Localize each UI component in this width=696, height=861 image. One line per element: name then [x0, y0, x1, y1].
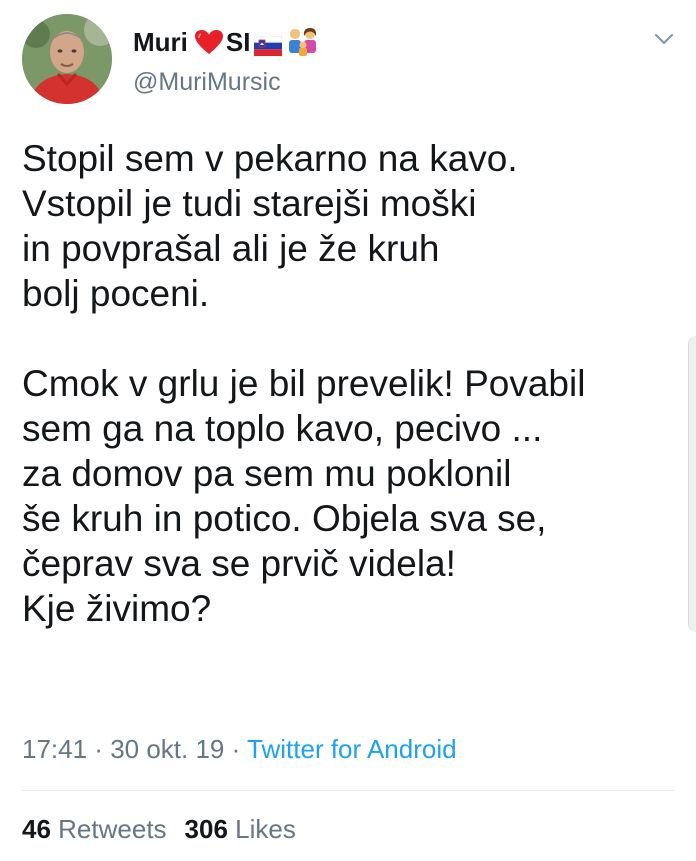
tweet-line: še kruh in potico. Objela sva se,: [22, 498, 547, 539]
retweets-label: Retweets: [58, 814, 167, 844]
tweet-line: Cmok v grlu je bil prevelik! Povabil: [22, 363, 586, 404]
tweet-paragraph-2: Cmok v grlu je bil prevelik! Povabil sem…: [22, 361, 682, 631]
author-name-suffix: SI: [225, 27, 251, 57]
tweet-text: Stopil sem v pekarno na kavo. Vstopil je…: [22, 136, 682, 631]
tweet-line: bolj poceni.: [22, 273, 210, 314]
likes-label: Likes: [235, 814, 296, 844]
author-display-name[interactable]: Muri: [133, 29, 188, 55]
slovenia-flag-icon: [254, 32, 283, 56]
tweet-line: Kje živimo?: [22, 588, 212, 629]
tweet-meta: 17:41 · 30 okt. 19 · Twitter for Android: [22, 734, 457, 765]
red-heart-icon: [194, 29, 224, 55]
tweet-line: Vstopil je tudi starejši moški: [22, 183, 477, 224]
tweet-paragraph-1: Stopil sem v pekarno na kavo. Vstopil je…: [22, 136, 682, 316]
author-handle[interactable]: @MuriMursic: [133, 68, 281, 97]
likes-count: 306: [184, 814, 228, 844]
divider: [22, 790, 674, 791]
family-icon: [286, 27, 320, 57]
tweet-line: in povprašal ali je že kruh: [22, 228, 440, 269]
author-name-row[interactable]: Muri SI: [133, 24, 320, 60]
tweet-date[interactable]: 30 okt. 19: [110, 734, 224, 764]
tweet-source-link[interactable]: Twitter for Android: [247, 734, 457, 764]
tweet-line: sem ga na toplo kavo, pecivo ...: [22, 408, 543, 449]
tweet-time[interactable]: 17:41: [22, 734, 87, 764]
retweets-count: 46: [22, 814, 51, 844]
tweet-stats: 46 Retweets 306 Likes: [22, 814, 296, 845]
chevron-down-icon[interactable]: [652, 30, 676, 48]
retweets-stat[interactable]: 46 Retweets: [22, 814, 167, 844]
avatar[interactable]: [22, 14, 112, 104]
tweet-line: Stopil sem v pekarno na kavo.: [22, 138, 518, 179]
tweet-line: za domov pa sem mu poklonil: [22, 453, 512, 494]
meta-separator: ·: [87, 734, 111, 764]
tweet-line: čeprav sva se prvič videla!: [22, 543, 456, 584]
meta-separator: ·: [224, 734, 248, 764]
scroll-handle[interactable]: [688, 336, 696, 632]
likes-stat[interactable]: 306 Likes: [185, 814, 296, 844]
